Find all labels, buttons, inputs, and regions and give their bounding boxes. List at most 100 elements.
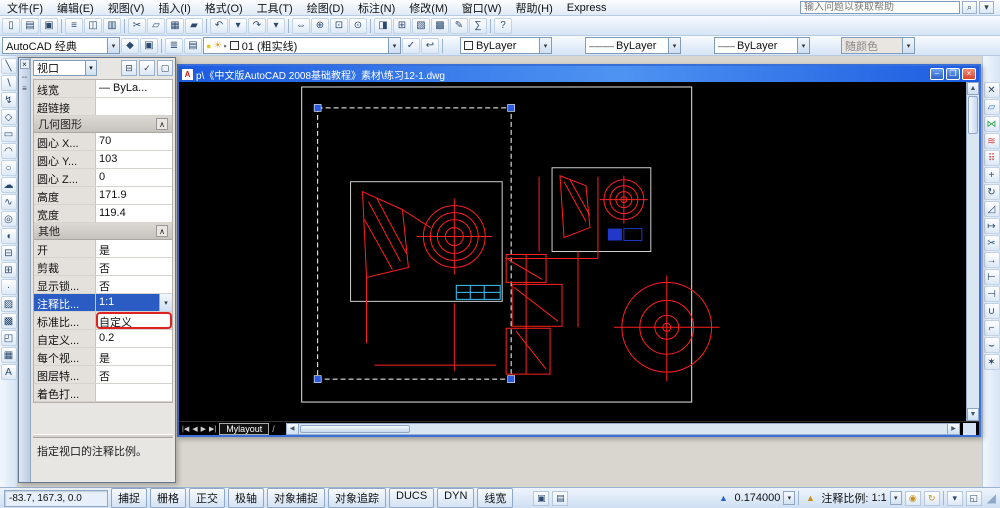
grip-bottom-left[interactable] <box>313 375 322 383</box>
region-icon[interactable]: ◰ <box>0 330 17 346</box>
redo-icon[interactable]: ↷ <box>248 17 266 34</box>
quickcalc-icon[interactable]: ∑ <box>469 17 487 34</box>
move-icon[interactable]: + <box>983 167 1000 183</box>
property-value[interactable] <box>96 98 172 115</box>
status-toggle[interactable]: 正交 <box>189 488 225 508</box>
annotation-visibility-icon[interactable]: ◉ <box>904 490 921 506</box>
property-row-width[interactable]: 宽度 119.4 <box>34 205 172 223</box>
ellipse-arc-icon[interactable]: ◖ <box>0 228 17 244</box>
property-value[interactable]: — ByLa... <box>96 80 172 97</box>
property-row-display-locked[interactable]: 显示锁... 否 <box>34 276 172 294</box>
help-icon[interactable]: ? <box>494 17 512 34</box>
toggle-value-icon[interactable]: ⊟ <box>121 60 137 76</box>
paper-space-icon[interactable]: ▤ <box>552 490 569 506</box>
layer-previous-icon[interactable]: ↩ <box>421 37 439 54</box>
property-row-shade-plot[interactable]: 着色打... <box>34 384 172 402</box>
undo-icon[interactable]: ↶ <box>210 17 228 34</box>
make-layer-current-icon[interactable]: ✓ <box>402 37 420 54</box>
pan-icon[interactable]: ⇔ <box>292 17 310 34</box>
rotate-icon[interactable]: ↻ <box>983 184 1000 200</box>
chevron-down-icon[interactable]: ▾ <box>979 1 994 14</box>
close-icon[interactable]: × <box>962 68 976 80</box>
zoom-window-icon[interactable]: ⊡ <box>330 17 348 34</box>
palette-section-misc[interactable]: 其他 ∧ <box>34 223 172 240</box>
chevron-down-icon[interactable]: ▾ <box>797 38 809 53</box>
property-row-standard-scale[interactable]: 标准比... 自定义 <box>34 312 172 330</box>
layout-first-icon[interactable]: |◀ <box>182 425 189 433</box>
horizontal-scrollbar[interactable]: ◀ ▶ <box>285 422 960 435</box>
property-value[interactable]: 否 <box>96 258 172 275</box>
chevron-down-icon[interactable]: ▾ <box>388 38 400 53</box>
array-icon[interactable]: ⠿ <box>983 150 1000 166</box>
vertical-scrollbar[interactable]: ▲ ▼ <box>966 82 979 421</box>
object-type-select[interactable]: 视口 ▾ <box>33 60 97 76</box>
property-row-clipped[interactable]: 剪裁否 <box>34 258 172 276</box>
copy-icon[interactable]: ▱ <box>147 17 165 34</box>
menu-item[interactable]: 视图(V) <box>101 0 152 15</box>
restore-icon[interactable]: ❐ <box>946 68 960 80</box>
palette-titlebar[interactable]: × ⇔ ≡ <box>19 58 31 482</box>
horizontal-scroll-thumb[interactable] <box>299 424 410 433</box>
property-row-center-x[interactable]: 圆心 X... 70 <box>34 133 172 151</box>
layout-last-icon[interactable]: ▶| <box>209 425 216 433</box>
gradient-icon[interactable]: ▩ <box>0 313 17 329</box>
scroll-left-icon[interactable]: ◀ <box>286 423 299 434</box>
explode-icon[interactable]: ✶ <box>983 354 1000 370</box>
scroll-right-icon[interactable]: ▶ <box>947 423 959 434</box>
property-value[interactable]: 119.4 <box>96 205 172 222</box>
property-value[interactable]: 是 <box>96 240 172 257</box>
property-row-annotation-scale[interactable]: 注释比... 1:1 ▾ <box>34 294 172 312</box>
menu-item[interactable]: 格式(O) <box>198 0 250 15</box>
sheet-set-manager-icon[interactable]: ▩ <box>431 17 449 34</box>
property-value[interactable]: 70 <box>96 133 172 150</box>
rectangle-icon[interactable]: ▭ <box>0 126 17 142</box>
property-value[interactable] <box>96 384 172 401</box>
redo-list-icon[interactable]: ▾ <box>267 17 285 34</box>
property-value[interactable]: 103 <box>96 151 172 168</box>
line-icon[interactable]: ╲ <box>0 58 17 74</box>
chevron-down-icon[interactable]: ▾ <box>107 38 119 53</box>
chevron-down-icon[interactable]: ▾ <box>85 61 96 75</box>
annotation-scale-value[interactable]: 1:1 <box>871 492 886 504</box>
property-value[interactable]: 自定义 <box>96 312 172 329</box>
status-toggle[interactable]: DUCS <box>389 488 435 508</box>
select-objects-icon[interactable]: ▢ <box>157 60 173 76</box>
property-row-height[interactable]: 高度 171.9 <box>34 187 172 205</box>
property-row-layer-overrides[interactable]: 图层特... 否 <box>34 366 172 384</box>
plot-icon[interactable]: ≡ <box>65 17 83 34</box>
linetype-select[interactable]: ——— ByLayer ▾ <box>585 37 681 54</box>
lineweight-select[interactable]: —— ByLayer ▾ <box>714 37 810 54</box>
search-icon[interactable]: ⌕ <box>962 1 977 14</box>
mtext-icon[interactable]: A <box>0 364 17 380</box>
property-value[interactable]: 1:1 ▾ <box>96 294 172 311</box>
ellipse-icon[interactable]: ◎ <box>0 211 17 227</box>
extend-icon[interactable]: → <box>983 252 1000 268</box>
property-value[interactable]: 否 <box>96 366 172 383</box>
coordinates-display[interactable]: -83.7, 167.3, 0.0 <box>4 489 108 507</box>
erase-icon[interactable]: ✕ <box>983 82 1000 98</box>
property-row-ucs-per-viewport[interactable]: 每个视... 是 <box>34 348 172 366</box>
table-icon[interactable]: ▦ <box>0 347 17 363</box>
quick-select-icon[interactable]: ✓ <box>139 60 155 76</box>
spline-icon[interactable]: ∿ <box>0 194 17 210</box>
break-icon[interactable]: ⊣ <box>983 286 1000 302</box>
plot-preview-icon[interactable]: ◫ <box>84 17 102 34</box>
grip-top-left[interactable] <box>313 104 322 112</box>
break-at-point-icon[interactable]: ⊢ <box>983 269 1000 285</box>
undo-list-icon[interactable]: ▾ <box>229 17 247 34</box>
property-row-custom-scale[interactable]: 自定义... 0.2 <box>34 330 172 348</box>
mirror-icon[interactable]: ⋈ <box>983 116 1000 132</box>
status-toggle[interactable]: 极轴 <box>228 488 264 508</box>
status-toggle[interactable]: 线宽 <box>477 488 514 508</box>
property-row-center-z[interactable]: 圆心 Z... 0 <box>34 169 172 187</box>
property-row-hyperlink[interactable]: 超链接 <box>34 98 172 116</box>
insert-block-icon[interactable]: ⊟ <box>0 245 17 261</box>
property-row-on[interactable]: 开是 <box>34 240 172 258</box>
grip-top-right[interactable] <box>507 104 515 112</box>
palette-splitter[interactable] <box>33 434 173 438</box>
clean-screen-icon[interactable]: ◱ <box>965 490 982 506</box>
chevron-up-icon[interactable]: ∧ <box>156 225 168 237</box>
zoom-previous-icon[interactable]: ⊙ <box>349 17 367 34</box>
palette-section-geometry[interactable]: 几何图形 ∧ <box>34 116 172 133</box>
paste-icon[interactable]: ▦ <box>166 17 184 34</box>
